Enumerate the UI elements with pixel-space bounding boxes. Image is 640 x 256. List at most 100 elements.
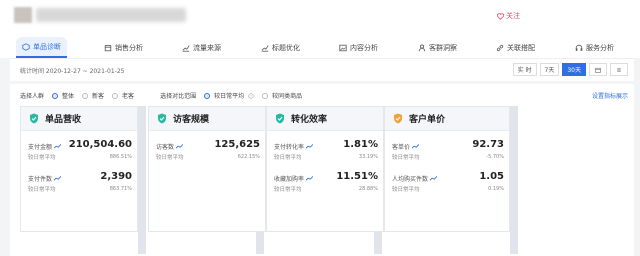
date-range-label: 统计时间 2020-12-27 ~ 2021-01-25: [20, 68, 125, 75]
chart-icon: [261, 44, 269, 52]
trend-icon: [54, 144, 62, 149]
metric-items-per-buyer[interactable]: 人均购买件数 1.05 较日常平均 0.19%: [392, 171, 504, 199]
tab-label: 销售分析: [115, 43, 143, 52]
metric-payment-amount[interactable]: 支付金额 210,504.60 较日常平均 886.51%: [28, 139, 132, 167]
metric-compare-value: -5.70%: [486, 154, 504, 160]
tab-product-diagnosis[interactable]: 单品诊断: [16, 37, 67, 58]
metric-compare-value: 622.15%: [237, 154, 260, 160]
radio-compare-daily[interactable]: [204, 92, 211, 99]
metric-fav-cart-rate[interactable]: 收藏加购率 11.51% 较日常平均 28.88%: [274, 171, 378, 199]
tab-title-optimization[interactable]: 标题优化: [255, 37, 306, 58]
tab-label: 客群洞察: [429, 43, 457, 52]
metric-value: 125,625: [214, 139, 260, 150]
metric-name: 人均购买件数: [392, 176, 429, 183]
tab-label: 单品诊断: [33, 42, 61, 51]
compare-filter-label: 选择对比范围: [160, 93, 197, 100]
range-realtime-button[interactable]: 实 时: [512, 63, 537, 76]
heart-icon: [497, 12, 504, 20]
radio-label: 老客: [122, 93, 135, 100]
metric-unit-price[interactable]: 客单价 92.73 较日常平均 -5.70%: [392, 139, 504, 167]
trend-icon: [306, 144, 314, 149]
hexagon-icon: [22, 42, 30, 51]
tab-label: 标题优化: [272, 43, 300, 52]
card-header: 单品营收: [21, 107, 137, 131]
shield-check-icon: [30, 113, 38, 124]
shop-avatar: [14, 7, 32, 23]
help-icon[interactable]: ?: [248, 92, 254, 99]
metric-name-wrap: 支付转化率: [274, 142, 314, 151]
metric-compare-value: 0.19%: [488, 186, 504, 192]
metric-name: 支付件数: [28, 176, 53, 183]
tab-service-analysis[interactable]: 服务分析: [569, 37, 620, 58]
metric-name-wrap: 支付件数: [28, 174, 62, 183]
metric-name: 收藏加购率: [274, 176, 305, 183]
metric-name: 支付转化率: [274, 144, 305, 151]
metric-value: 1.81%: [343, 139, 378, 150]
metrics-panel: 选择人群 整体 新客 老客 选择对比范围 较日常平均 ? 较同类商品 设置指标展…: [10, 84, 634, 256]
metric-card-revenue: 单品营收 支付金额 210,504.60 较日常平均 886.51% 支付件数 …: [20, 106, 138, 232]
headset-icon: [575, 44, 583, 51]
calendar-button[interactable]: [589, 63, 607, 76]
metric-compare-value: 33.19%: [358, 154, 378, 160]
metric-name-wrap: 访客数: [156, 142, 184, 151]
range-30d-button[interactable]: 30天: [562, 63, 586, 76]
crowd-filter-label: 选择人群: [20, 93, 45, 100]
metric-payment-count[interactable]: 支付件数 2,390 较日常平均 863.71%: [28, 171, 132, 199]
radio-label: 整体: [62, 93, 75, 100]
tab-traffic-source[interactable]: 流量来源: [176, 37, 227, 58]
metric-compare-label: 较日常平均: [274, 155, 302, 161]
indicator-setting-link[interactable]: 设置指标展示: [592, 91, 628, 100]
radio-label: 较同类商品: [272, 93, 303, 100]
metric-visitor-count[interactable]: 访客数 125,625 较日常平均 622.15%: [156, 139, 260, 167]
tab-bar: 单品诊断 销售分析 流量来源 标题优化 内容分析 客群洞察 关联搭配 服务分析: [0, 34, 640, 58]
tab-label: 流量来源: [193, 43, 221, 52]
card-title: 访客规模: [173, 115, 210, 125]
metric-compare-value: 863.71%: [109, 186, 132, 192]
tab-related-matching[interactable]: 关联搭配: [490, 37, 541, 58]
metric-value: 2,390: [100, 171, 132, 182]
metric-compare-label: 较日常平均: [392, 187, 420, 193]
calendar-icon: [595, 67, 601, 73]
date-range-bar: 统计时间 2020-12-27 ~ 2021-01-25 实 时 7天 30天: [10, 58, 634, 81]
metric-name-wrap: 收藏加购率: [274, 174, 314, 183]
filter-row: 选择人群 整体 新客 老客 选择对比范围 较日常平均 ? 较同类商品: [20, 91, 302, 100]
card-divider: [138, 106, 146, 254]
tab-customer-insight[interactable]: 客群洞察: [412, 37, 463, 58]
range-7d-button[interactable]: 7天: [539, 63, 560, 76]
tab-label: 关联搭配: [507, 43, 535, 52]
card-title: 客户单价: [409, 115, 446, 125]
metric-card-visitors: 访客规模 访客数 125,625 较日常平均 622.15%: [148, 106, 266, 232]
card-divider: [510, 106, 518, 254]
card-header: 转化效率: [267, 107, 383, 131]
metric-name: 客单价: [392, 144, 411, 151]
trend-icon: [176, 144, 184, 149]
metric-compare-value: 886.51%: [109, 154, 132, 160]
metric-name-wrap: 客单价: [392, 142, 420, 151]
chart-icon: [182, 44, 190, 52]
trend-icon: [306, 176, 314, 181]
metric-value: 92.73: [472, 139, 504, 150]
metric-compare-value: 28.88%: [358, 186, 378, 192]
tab-content-analysis[interactable]: 内容分析: [333, 37, 384, 58]
metric-name-wrap: 人均购买件数: [392, 174, 438, 183]
shield-check-icon: [394, 113, 402, 124]
card-header: 客户单价: [385, 107, 509, 131]
shield-check-icon: [276, 113, 284, 124]
box-icon: [104, 44, 112, 51]
trend-icon: [412, 144, 420, 149]
metric-compare-label: 较日常平均: [392, 155, 420, 161]
radio-crowd-new[interactable]: [82, 92, 89, 99]
follow-button[interactable]: 关注: [497, 11, 520, 21]
metric-card-conversion: 转化效率 支付转化率 1.81% 较日常平均 33.19% 收藏加购率 11.5…: [266, 106, 384, 232]
range-buttons: 实 时 7天 30天: [512, 63, 628, 76]
radio-compare-same[interactable]: [262, 92, 269, 99]
more-button[interactable]: [610, 63, 628, 76]
radio-crowd-old[interactable]: [112, 92, 119, 99]
radio-crowd-all[interactable]: [52, 92, 59, 99]
metric-compare-label: 较日常平均: [274, 187, 302, 193]
metric-name: 访客数: [156, 144, 175, 151]
metric-compare-label: 较日常平均: [28, 155, 56, 161]
metric-pay-conversion[interactable]: 支付转化率 1.81% 较日常平均 33.19%: [274, 139, 378, 167]
tab-sales-analysis[interactable]: 销售分析: [98, 37, 149, 58]
radio-label: 新客: [92, 93, 105, 100]
